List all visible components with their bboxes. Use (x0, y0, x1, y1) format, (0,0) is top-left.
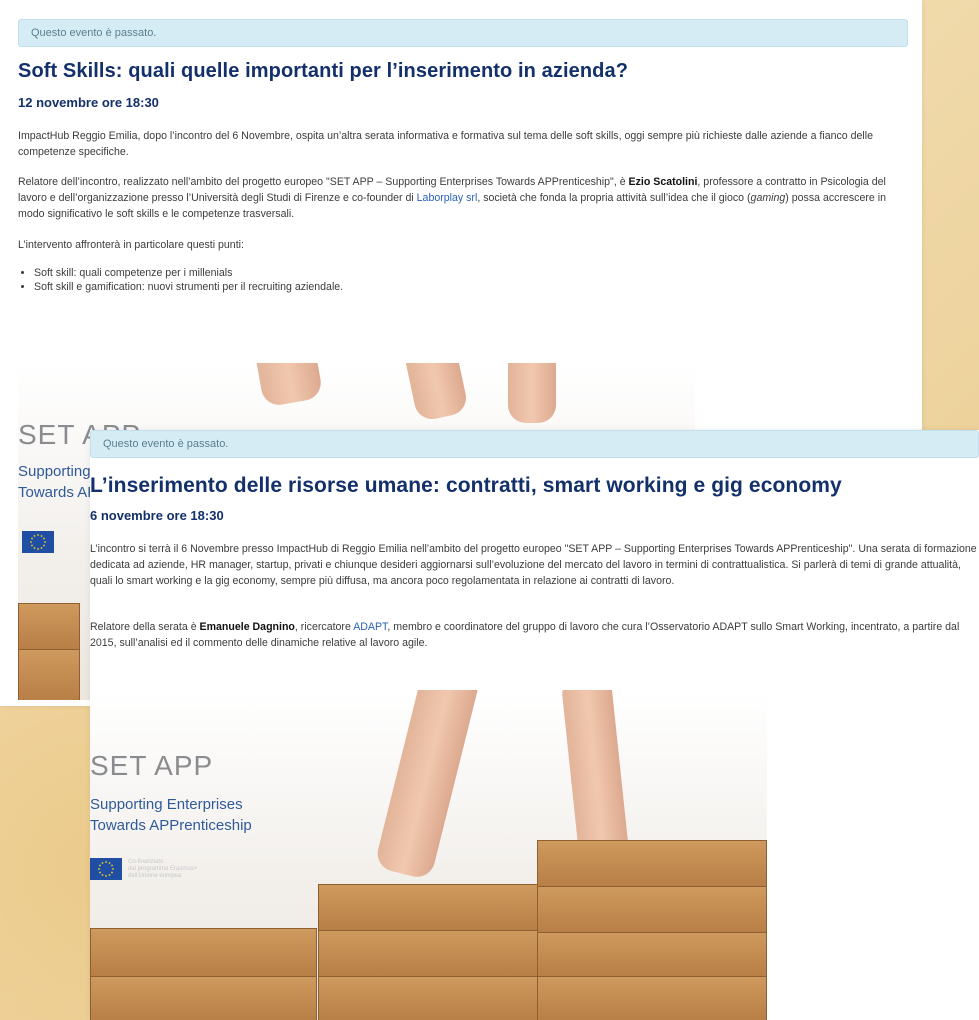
event-description-p2: Relatore dell’incontro, realizzato nell’… (18, 176, 886, 220)
past-event-notice: Questo evento è passato. (18, 19, 908, 47)
event-card-risorse-umane: Questo evento è passato. L’inserimento d… (90, 430, 979, 1020)
event-description-p1: L’incontro si terrà il 6 Novembre presso… (90, 543, 977, 587)
laborplay-link[interactable]: Laborplay srl (417, 192, 478, 204)
list-item: Soft skill: quali competenze per i mille… (34, 266, 343, 280)
event-title[interactable]: L’inserimento delle risorse umane: contr… (90, 474, 842, 498)
speaker-name: Ezio Scatolini (628, 176, 698, 188)
topics-list: Soft skill: quali competenze per i mille… (18, 266, 343, 294)
banner-subtitle: Supporting EnterprisesTowards APPrentice… (90, 796, 252, 834)
event-date: 12 novembre ore 18:30 (18, 95, 159, 110)
event-date: 6 novembre ore 18:30 (90, 508, 224, 523)
list-item: Soft skill e gamification: nuovi strumen… (34, 280, 343, 294)
eu-flag-icon (22, 531, 54, 553)
banner-title: SET APP (90, 750, 214, 781)
eu-flag-icon (90, 858, 122, 880)
eu-cofinanced-text: Co-finanziato dal programma Erasmus+ del… (128, 858, 198, 879)
event-banner-image: SET APP Supporting EnterprisesTowards AP… (90, 690, 767, 1020)
event-description-p2: Relatore della serata è Emanuele Dagnino… (90, 621, 960, 649)
eu-cofinanced-logo (22, 531, 54, 553)
event-description-p3: L’intervento affronterà in particolare q… (18, 239, 244, 251)
event-title[interactable]: Soft Skills: quali quelle importanti per… (18, 60, 628, 83)
past-event-notice: Questo evento è passato. (90, 430, 979, 458)
eu-cofinanced-logo: Co-finanziato dal programma Erasmus+ del… (90, 858, 197, 880)
event-description-p1: ImpactHub Reggio Emilia, dopo l’incontro… (18, 130, 873, 158)
speaker-name: Emanuele Dagnino (199, 621, 295, 633)
adapt-link[interactable]: ADAPT (353, 621, 387, 633)
